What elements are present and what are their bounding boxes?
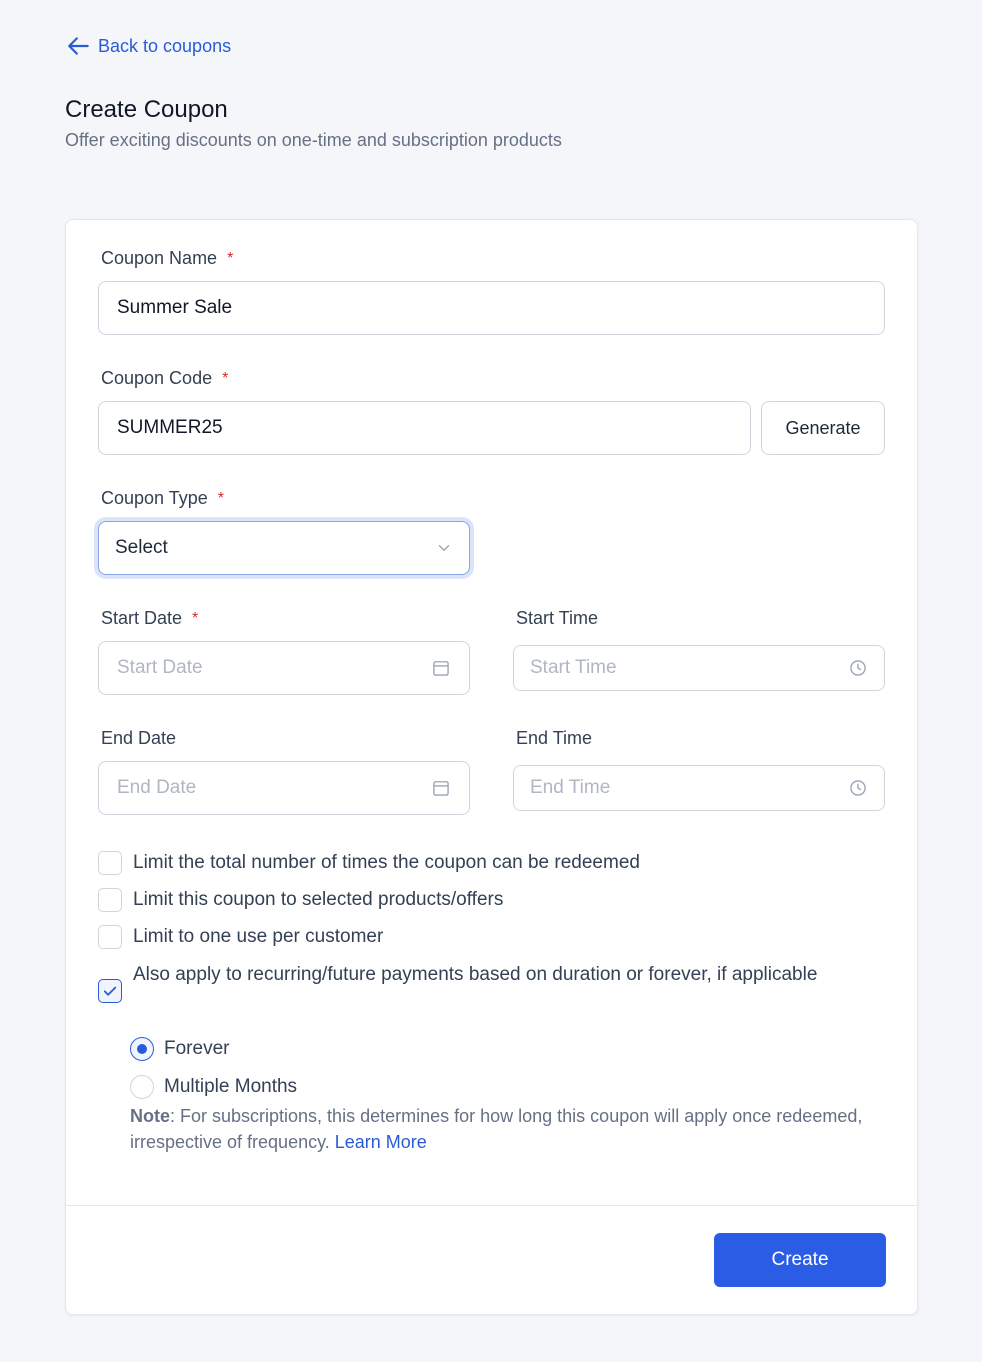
limit-selected-products-checkbox[interactable] — [98, 888, 122, 912]
page-subtitle: Offer exciting discounts on one-time and… — [65, 130, 562, 150]
required-marker: * — [217, 489, 224, 507]
coupon-name-label: Coupon Name * — [101, 248, 234, 268]
coupon-type-label: Coupon Type * — [101, 488, 224, 508]
back-link-label: Back to coupons — [98, 35, 232, 56]
radio-dot — [137, 1044, 147, 1054]
coupon-name-input[interactable] — [117, 297, 866, 319]
create-coupon-card: Coupon Name* Coupon Code* Generate Coupo… — [65, 219, 918, 1315]
clock-icon[interactable] — [848, 658, 868, 678]
start-date-field[interactable] — [98, 641, 470, 695]
coupon-code-field[interactable] — [98, 401, 751, 455]
chevron-down-icon — [438, 545, 450, 551]
start-date-input[interactable] — [117, 657, 431, 679]
end-time-label: End Time — [516, 728, 593, 748]
note-prefix: Note — [130, 1106, 170, 1126]
multiple-months-radio[interactable] — [130, 1075, 154, 1099]
end-time-input[interactable] — [530, 777, 848, 799]
check-icon — [103, 986, 117, 996]
subscription-note: Note: For subscriptions, this determines… — [130, 1103, 870, 1155]
coupon-name-field[interactable] — [98, 281, 885, 335]
coupon-type-select[interactable]: Select — [98, 521, 470, 575]
option-label: Limit to one use per customer — [133, 926, 384, 947]
create-button[interactable]: Create — [714, 1233, 886, 1287]
start-time-field[interactable] — [513, 645, 885, 691]
radio-label: Forever — [164, 1038, 230, 1059]
limit-total-redemptions-checkbox[interactable] — [98, 851, 122, 875]
back-to-coupons-link[interactable]: Back to coupons — [66, 33, 231, 59]
duration-forever-option[interactable]: Forever — [130, 1037, 229, 1061]
coupon-type-selected-value: Select — [115, 537, 168, 558]
learn-more-link[interactable]: Learn More — [335, 1132, 427, 1152]
arrow-left-icon — [68, 37, 89, 55]
note-text: : For subscriptions, this determines for… — [130, 1106, 863, 1152]
required-marker: * — [192, 609, 199, 627]
end-date-input[interactable] — [117, 777, 431, 799]
radio-label: Multiple Months — [164, 1076, 298, 1097]
calendar-icon[interactable] — [431, 778, 451, 798]
option-label: Limit this coupon to selected products/o… — [133, 889, 504, 910]
option-label: Limit the total number of times the coup… — [133, 852, 640, 873]
one-use-per-customer-checkbox[interactable] — [98, 925, 122, 949]
calendar-icon[interactable] — [431, 658, 451, 678]
end-date-label: End Date — [101, 728, 177, 748]
start-date-label: Start Date * — [101, 608, 199, 628]
clock-icon[interactable] — [848, 778, 868, 798]
one-use-per-customer-option[interactable]: Limit to one use per customer — [98, 921, 383, 953]
apply-recurring-checkbox[interactable] — [98, 979, 122, 1003]
end-time-field[interactable] — [513, 765, 885, 811]
limit-selected-products-option[interactable]: Limit this coupon to selected products/o… — [98, 884, 503, 916]
generate-button[interactable]: Generate — [761, 401, 885, 455]
apply-recurring-option[interactable]: Also apply to recurring/future payments … — [98, 959, 818, 1003]
option-label: Also apply to recurring/future payments … — [133, 964, 818, 985]
required-marker: * — [227, 249, 234, 267]
start-time-input[interactable] — [530, 657, 848, 679]
required-marker: * — [222, 369, 229, 387]
coupon-code-label: Coupon Code * — [101, 368, 229, 388]
coupon-code-input[interactable] — [117, 417, 732, 439]
forever-radio[interactable] — [130, 1037, 154, 1061]
end-date-field[interactable] — [98, 761, 470, 815]
footer-divider — [66, 1205, 917, 1206]
page-title: Create Coupon — [65, 96, 228, 123]
duration-multiple-months-option[interactable]: Multiple Months — [130, 1075, 297, 1099]
limit-total-redemptions-option[interactable]: Limit the total number of times the coup… — [98, 847, 640, 879]
start-time-label: Start Time — [516, 608, 599, 628]
